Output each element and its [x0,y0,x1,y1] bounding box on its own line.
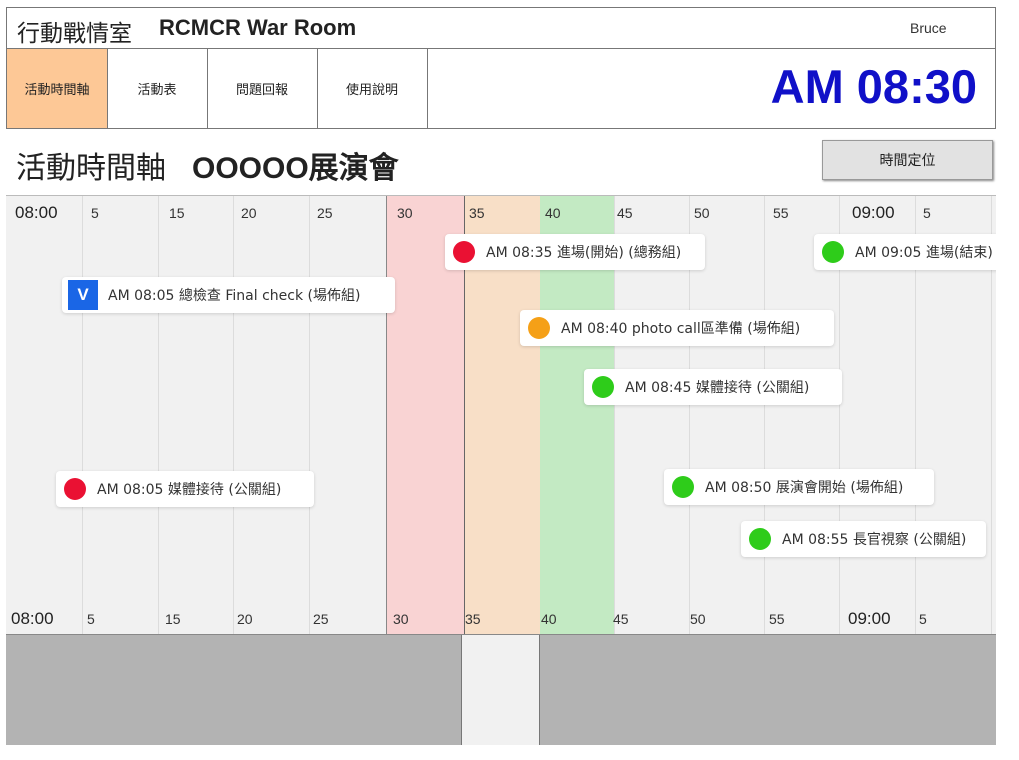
tick-label-bottom: 45 [613,611,629,627]
event-label: AM 08:50 展演會開始 (場佈組) [705,480,904,496]
tick-label-bottom: 40 [541,611,557,627]
tick-label-top: 40 [545,205,561,221]
page-title: 活動時間軸 OOOOO展演會 [16,143,399,187]
tab-activity-timeline[interactable]: 活動時間軸 [7,49,108,128]
status-dot-green [822,241,844,263]
status-dot-red [453,241,475,263]
event-label: AM 09:05 進場(結束) [855,245,993,261]
checked-badge-icon: V [68,280,98,310]
event-card[interactable]: V AM 08:05 總檢查 Final check (場佈組) [62,277,395,313]
app-title-zh: 行動戰情室 [17,21,132,47]
tick-label-top: 20 [241,205,257,221]
tick-label-top: 25 [317,205,333,221]
status-dot-green [749,528,771,550]
app-title-en: RCMCR War Room [159,15,357,40]
event-card[interactable]: AM 08:40 photo call區準備 (場佈組) [520,310,834,346]
event-label: AM 08:05 總檢查 Final check (場佈組) [108,288,361,304]
tick-label-bottom: 35 [465,611,481,627]
tick-label-bottom: 15 [165,611,181,627]
tick-label-top: 5 [91,205,99,221]
grid-line [82,196,83,634]
tick-label-bottom: 09:00 [848,609,891,628]
tab-activity-list[interactable]: 活動表 [107,49,208,128]
time-locate-button[interactable]: 時間定位 [822,140,993,180]
timeline-overview-scroller[interactable] [6,635,996,745]
current-time-clock: AM 08:30 [770,60,977,113]
user-name[interactable]: Bruce [910,20,947,36]
tick-label-top: 35 [469,205,485,221]
tick-label-bottom: 20 [237,611,253,627]
grid-line [764,196,765,634]
status-dot-green [592,376,614,398]
tick-label-top: 55 [773,205,789,221]
tick-label-top: 15 [169,205,185,221]
status-dot-orange [528,317,550,339]
tick-label-top: 5 [923,205,931,221]
tick-label-top: 08:00 [15,203,58,222]
tick-label-bottom: 5 [919,611,927,627]
event-label: AM 08:45 媒體接待 (公關組) [625,380,810,396]
main-nav: 活動時間軸 活動表 問題回報 使用說明 AM 08:30 [6,48,996,129]
event-card[interactable]: AM 08:45 媒體接待 (公關組) [584,369,842,405]
tick-label-bottom: 55 [769,611,785,627]
tick-label-bottom: 08:00 [11,609,54,628]
tick-label-bottom: 5 [87,611,95,627]
event-card[interactable]: AM 09:05 進場(結束) [814,234,996,270]
tab-issue-report[interactable]: 問題回報 [207,49,318,128]
tab-user-guide[interactable]: 使用說明 [317,49,428,128]
tick-label-bottom: 50 [690,611,706,627]
page-title-label: 活動時間軸 [16,151,166,186]
status-dot-green [672,476,694,498]
event-name: OOOOO展演會 [192,152,399,185]
status-dot-red [64,478,86,500]
event-card[interactable]: AM 08:50 展演會開始 (場佈組) [664,469,934,505]
tick-label-top: 09:00 [852,203,895,222]
tick-label-top: 45 [617,205,633,221]
event-card[interactable]: AM 08:55 長官視察 (公關組) [741,521,986,557]
app-header: 行動戰情室 RCMCR War Room Bruce [6,7,996,49]
grid-line [233,196,234,634]
event-card[interactable]: AM 08:35 進場(開始) (總務組) [445,234,705,270]
timeline-area[interactable]: 08:00 5 15 20 25 30 35 40 45 50 55 09:00… [6,195,996,635]
tick-label-bottom: 25 [313,611,329,627]
grid-line [309,196,310,634]
tick-label-bottom: 30 [393,611,409,627]
event-label: AM 08:40 photo call區準備 (場佈組) [561,321,801,337]
event-label: AM 08:55 長官視察 (公關組) [782,532,967,548]
event-label: AM 08:05 媒體接待 (公關組) [97,482,282,498]
event-label: AM 08:35 進場(開始) (總務組) [486,245,682,261]
event-card[interactable]: AM 08:05 媒體接待 (公關組) [56,471,314,507]
grid-line [158,196,159,634]
tick-label-top: 30 [397,205,413,221]
overview-viewport-handle[interactable] [461,635,540,745]
tick-label-top: 50 [694,205,710,221]
